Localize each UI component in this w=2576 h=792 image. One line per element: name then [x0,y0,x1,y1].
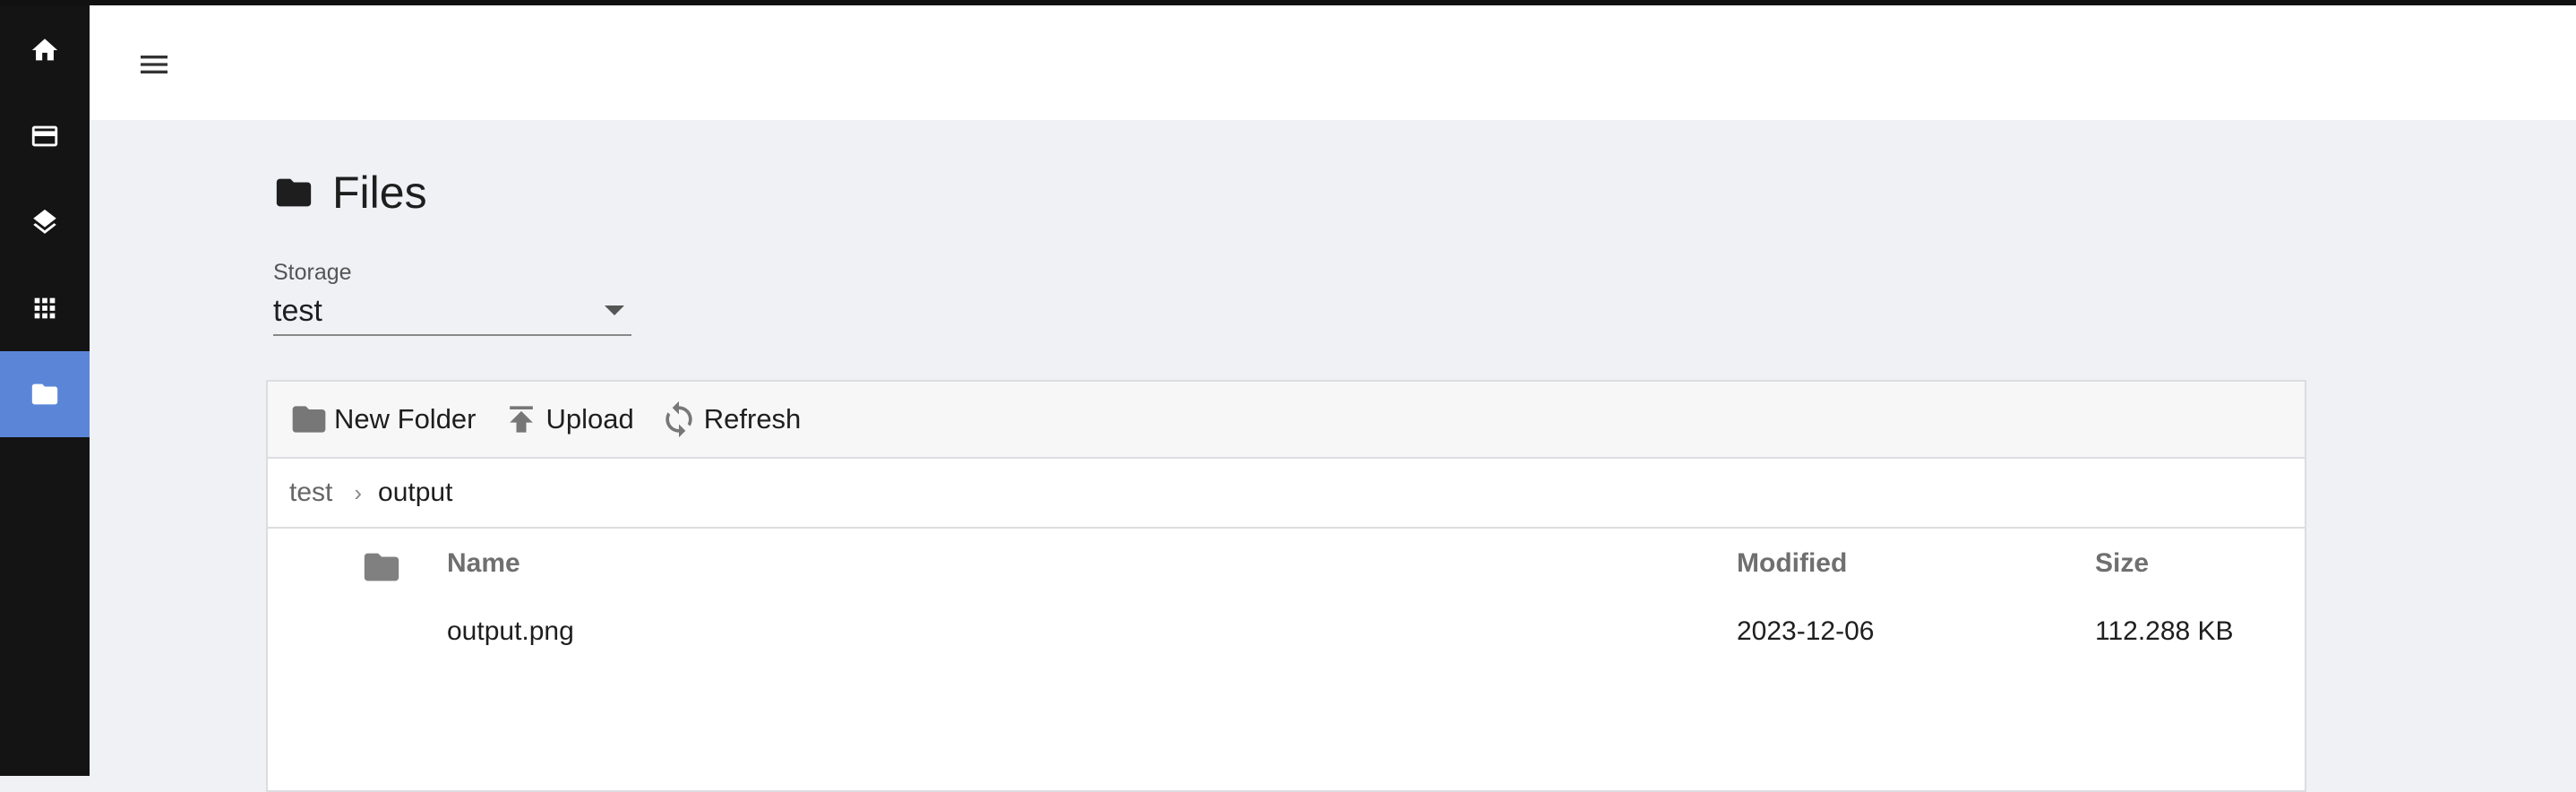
chevron-down-icon [605,306,624,315]
refresh-button[interactable]: Refresh [659,400,802,439]
new-folder-button[interactable]: New Folder [289,400,477,439]
column-header-modified[interactable]: Modified [1737,548,1847,579]
folder-icon [31,383,58,405]
storage-selected-value: test [273,294,322,328]
upload-icon [509,406,533,433]
refresh-icon [665,400,692,438]
menu-button[interactable] [125,36,183,93]
new-folder-label: New Folder [334,403,477,435]
side-rail [0,5,90,776]
rail-item-cards[interactable] [0,93,90,179]
breadcrumb: test › output [268,459,2305,529]
file-size: 112.288 KB [2095,616,2234,646]
file-name[interactable]: output.png [447,616,574,647]
rail-item-files[interactable] [0,351,90,437]
chevron-right-icon: › [354,478,363,506]
folder-icon [276,178,312,207]
upload-button[interactable]: Upload [502,400,634,439]
folder-icon [292,406,326,433]
breadcrumb-item-test[interactable]: test [289,478,332,508]
storage-field: Storage test [273,260,631,336]
refresh-label: Refresh [703,403,802,435]
breadcrumb-item-output: output [378,478,453,507]
rail-item-apps[interactable] [0,265,90,351]
column-header-name[interactable]: Name [447,548,520,579]
file-modified: 2023-12-06 [1737,616,1875,646]
page-title-text: Files [332,168,427,218]
home-icon [31,39,58,61]
upload-label: Upload [545,403,634,435]
apps-grid-icon [34,297,56,319]
rail-item-layers[interactable] [0,179,90,265]
file-table: Name Modified Size output.png 2023-12-06… [268,529,2305,665]
table-header-row: Name Modified Size [268,529,2305,597]
layers-icon [33,209,56,234]
column-header-size[interactable]: Size [2095,548,2149,579]
storage-label: Storage [273,260,352,285]
rail-item-home[interactable] [0,7,90,93]
file-browser-panel: New Folder Upload Refresh test › output … [266,380,2306,792]
table-row[interactable]: output.png 2023-12-06 112.288 KB [268,597,2305,665]
page-title: Files [273,161,427,224]
folder-icon [361,547,402,592]
file-toolbar: New Folder Upload Refresh [268,382,2305,459]
hamburger-menu-icon [141,56,167,73]
app-header [90,5,2576,120]
card-icon [31,125,58,147]
storage-select[interactable]: test [273,291,631,336]
